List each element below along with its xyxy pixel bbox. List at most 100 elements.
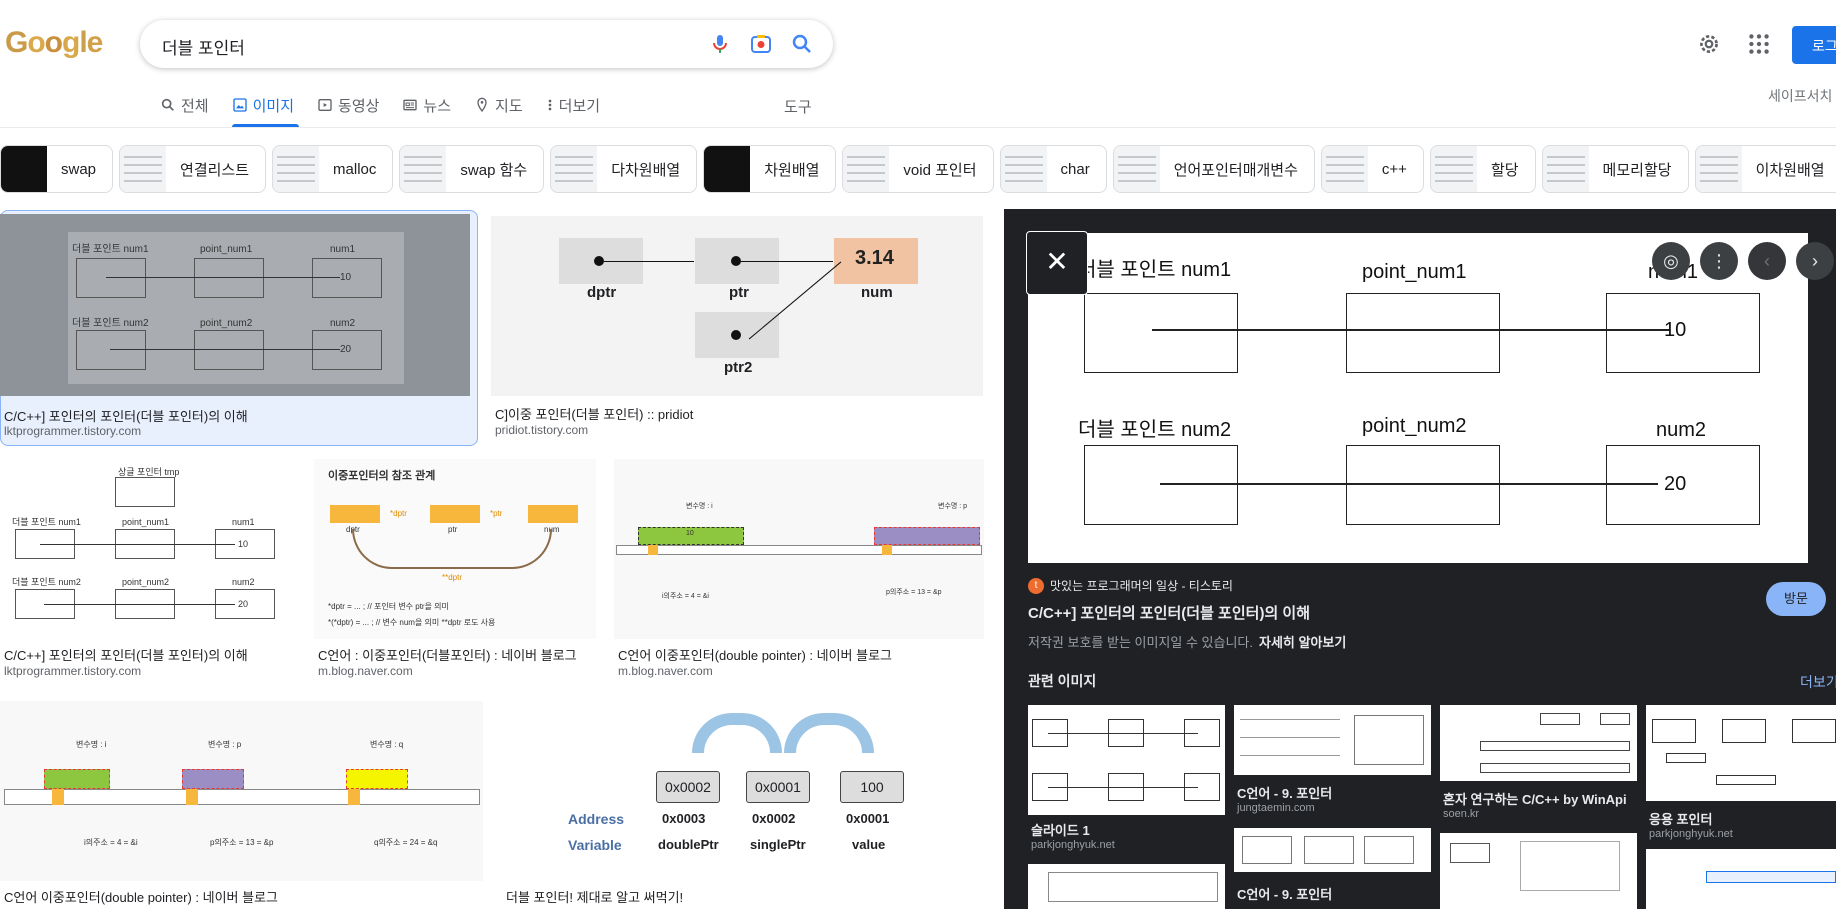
chip-label: 메모리할당 xyxy=(1602,161,1672,179)
related-search-chip[interactable]: malloc xyxy=(272,145,394,193)
camera-lens-icon[interactable] xyxy=(749,32,773,56)
tab-videos[interactable]: 동영상 xyxy=(317,94,390,126)
related-image[interactable] xyxy=(1028,864,1225,909)
chevron-left-icon: ‹ xyxy=(1764,251,1770,271)
memory-cell: 0x0001 xyxy=(746,771,810,803)
related-search-chip[interactable]: 연결리스트 xyxy=(119,145,267,193)
search-box[interactable]: 더블 포인터 xyxy=(140,20,833,68)
result-source: lktprogrammer.tistory.com xyxy=(4,664,142,678)
lens-search-button[interactable]: ◎ xyxy=(1652,242,1690,280)
close-preview-button[interactable]: ✕ xyxy=(1026,231,1088,295)
preview-title[interactable]: C/C++] 포인터의 포인터(더블 포인터)의 이해 xyxy=(1028,602,1310,623)
tab-news[interactable]: 뉴스 xyxy=(402,94,462,126)
chip-label: malloc xyxy=(333,160,377,178)
lens-icon: ◎ xyxy=(1663,251,1679,271)
tab-maps[interactable]: 지도 xyxy=(474,94,534,126)
related-thumbnail xyxy=(1646,705,1836,801)
related-search-chip[interactable]: 언어포인터매개변수 xyxy=(1112,145,1315,193)
ptr-label: num xyxy=(861,284,893,301)
tab-more[interactable]: 더보기 xyxy=(546,94,611,126)
tab-all[interactable]: 전체 xyxy=(160,94,220,126)
image-result[interactable]: 상글 포인터 tmp 더블 포인트 num1 point_num1 num1 1… xyxy=(0,459,296,681)
google-logo[interactable]: Google xyxy=(5,26,104,60)
next-button[interactable]: › xyxy=(1796,242,1834,280)
more-options-button[interactable]: ⋮ xyxy=(1700,242,1738,280)
preview-site[interactable]: t 맛있는 프로그래머의 일상 - 티스토리 xyxy=(1028,577,1233,594)
apps-grid-icon[interactable] xyxy=(1746,31,1772,57)
diagram-label: p의주소 = 13 = &p xyxy=(210,838,274,847)
diagram-label: q의주소 = 24 = &q xyxy=(374,838,438,847)
variable-name: doublePtr xyxy=(658,837,719,852)
related-search-chip[interactable]: void 포인터 xyxy=(842,145,994,193)
search-icon[interactable] xyxy=(790,32,814,56)
image-result[interactable]: 이중포인터의 참조 관계 dptr ptr num *dptr *ptr **d… xyxy=(314,459,596,681)
address-value: 0x0003 xyxy=(662,811,706,826)
variable-name: singlePtr xyxy=(750,837,806,852)
related-search-chip[interactable]: char xyxy=(999,145,1107,193)
diagram-value: 20 xyxy=(1664,473,1687,495)
related-image[interactable] xyxy=(1646,849,1836,909)
related-image[interactable]: C언어 - 9. 포인터 xyxy=(1234,828,1431,909)
previous-button[interactable]: ‹ xyxy=(1748,242,1786,280)
chip-thumbnail xyxy=(120,146,167,192)
related-search-chip[interactable]: 다차원배열 xyxy=(550,145,698,193)
tools-button[interactable]: 도구 xyxy=(784,96,812,117)
related-search-chip[interactable]: 이차원배열 xyxy=(1694,145,1836,193)
image-result[interactable]: 변수명 : i 변수명 : p 10 i의주소 = 4 = &i p의주소 = … xyxy=(614,459,984,681)
diagram-label: 더블 포인트 num2 xyxy=(1078,419,1232,441)
image-result[interactable]: 3.14 dptr ptr num ptr2 C]이중 포인터(더블 포인터) … xyxy=(491,216,983,438)
related-source: jungtaemin.com xyxy=(1237,802,1315,814)
result-source: m.blog.naver.com xyxy=(318,664,413,678)
safesearch-label[interactable]: 세이프서치 xyxy=(1768,86,1832,106)
related-title: C언어 - 9. 포인터 xyxy=(1237,887,1333,902)
logo-letter: e xyxy=(86,26,104,59)
related-title: 응용 포인터 xyxy=(1649,812,1713,827)
result-title: C/C++] 포인터의 포인터(더블 포인터)의 이해 xyxy=(4,648,248,663)
related-search-chips: swap 연결리스트 malloc swap 함수 다차원배열 차원배열 void 포인터 c… xyxy=(0,145,1836,193)
diagram-value: 10 xyxy=(238,539,249,549)
related-search-chip[interactable]: 할당 xyxy=(1429,145,1536,193)
logo-letter: o xyxy=(27,26,45,59)
diagram-label: **dptr xyxy=(442,573,463,582)
related-search-chip[interactable]: swap xyxy=(0,145,114,193)
related-search-chip[interactable]: c++ xyxy=(1320,145,1424,193)
site-favicon-icon: t xyxy=(1028,577,1044,594)
related-source: soen.kr xyxy=(1443,808,1480,820)
related-image[interactable] xyxy=(1440,833,1637,909)
more-vert-icon: ⋮ xyxy=(1710,251,1728,271)
image-result[interactable]: 더블 포인트 num1 point_num1 num1 10 더블 포인트 nu… xyxy=(0,214,478,444)
image-result[interactable]: 변수명 : i 변수명 : p 변수명 : q i의주소 = 4 = &i p의… xyxy=(0,701,483,909)
related-search-chip[interactable]: 차원배열 xyxy=(703,145,837,193)
chip-label: char xyxy=(1060,160,1090,178)
visit-button[interactable]: 방문 xyxy=(1766,582,1826,616)
settings-gear-icon[interactable] xyxy=(1696,31,1722,57)
related-more-link[interactable]: 더보기 xyxy=(1800,672,1836,692)
chip-thumbnail xyxy=(1113,146,1160,192)
diagram-label: 변수명 : p xyxy=(208,740,242,749)
related-image[interactable]: 응용 포인터 parkjonghyuk.net xyxy=(1646,705,1836,855)
diagram-label: 변수명 : i xyxy=(686,503,713,510)
chip-thumbnail xyxy=(1,146,47,192)
diagram-label: point_num2 xyxy=(1362,415,1467,437)
learn-more-link[interactable]: 자세히 알아보기 xyxy=(1259,635,1346,650)
microphone-icon[interactable] xyxy=(708,32,732,56)
chip-thumbnail xyxy=(273,146,320,192)
image-result[interactable]: 0x0002 0x0001 100 Address Variable 0x000… xyxy=(502,701,984,909)
logo-letter: g xyxy=(62,26,80,59)
result-thumbnail: 변수명 : i 변수명 : p 10 i의주소 = 4 = &i p의주소 = … xyxy=(614,459,984,639)
related-search-chip[interactable]: swap 함수 xyxy=(399,145,545,193)
related-image[interactable]: 슬라이드 1 parkjonghyuk.net xyxy=(1028,705,1225,855)
preview-image[interactable]: 더블 포인트 num1 point_num1 num1 10 더블 포인트 nu… xyxy=(1028,233,1808,563)
tab-images[interactable]: 이미지 xyxy=(231,94,305,127)
result-source: m.blog.naver.com xyxy=(618,664,713,678)
search-input[interactable]: 더블 포인터 xyxy=(162,34,245,59)
ptr-label: ptr xyxy=(729,284,749,301)
chip-thumbnail xyxy=(704,146,751,192)
related-search-chip[interactable]: 메모리할당 xyxy=(1541,145,1689,193)
diagram-label: 변수명 : q xyxy=(370,740,404,749)
login-button[interactable]: 로그 xyxy=(1792,26,1836,64)
result-source: pridiot.tistory.com xyxy=(495,423,589,437)
chip-thumbnail xyxy=(551,146,598,192)
logo-letter: l xyxy=(79,26,87,59)
diagram-label: num1 xyxy=(330,244,356,255)
